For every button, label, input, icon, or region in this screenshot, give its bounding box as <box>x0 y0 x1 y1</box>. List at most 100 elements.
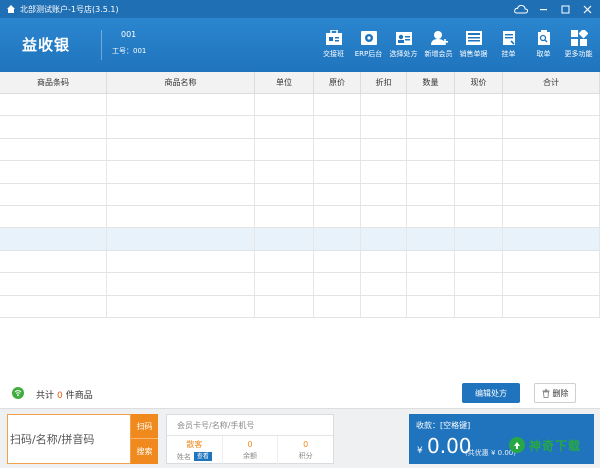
table-cell[interactable] <box>255 183 314 205</box>
table-row[interactable] <box>0 161 600 184</box>
table-cell[interactable] <box>407 116 455 138</box>
table-cell[interactable] <box>503 138 600 161</box>
column-header[interactable]: 单位 <box>255 72 314 93</box>
member-search-input[interactable] <box>177 420 327 430</box>
retrieve-order-button[interactable]: 取单 <box>526 24 561 68</box>
erp-backend-button[interactable]: ERP后台 <box>351 24 386 68</box>
table-cell[interactable] <box>314 295 361 317</box>
table-cell[interactable] <box>107 161 255 183</box>
table-cell[interactable] <box>0 273 107 295</box>
table-cell[interactable] <box>255 116 314 138</box>
search-button[interactable]: 搜索 <box>131 439 158 464</box>
table-cell[interactable] <box>503 94 600 116</box>
table-row[interactable] <box>0 273 600 296</box>
table-cell[interactable] <box>107 273 255 295</box>
table-cell[interactable] <box>107 250 255 273</box>
minimize-button[interactable] <box>532 0 554 18</box>
table-cell[interactable] <box>314 138 361 161</box>
cloud-sync-icon[interactable] <box>510 0 532 18</box>
table-cell[interactable] <box>503 295 600 317</box>
table-cell[interactable] <box>407 205 455 228</box>
table-cell[interactable] <box>503 228 600 250</box>
table-cell[interactable] <box>361 250 407 273</box>
delete-button[interactable]: 删除 <box>534 383 576 403</box>
table-cell[interactable] <box>314 116 361 138</box>
table-cell[interactable] <box>407 250 455 273</box>
maximize-button[interactable] <box>554 0 576 18</box>
table-cell[interactable] <box>0 183 107 205</box>
table-cell[interactable] <box>314 161 361 183</box>
table-cell[interactable] <box>361 94 407 116</box>
table-cell[interactable] <box>455 205 503 228</box>
column-header[interactable]: 原价 <box>314 72 361 93</box>
table-cell[interactable] <box>107 205 255 228</box>
table-cell[interactable] <box>255 94 314 116</box>
table-cell[interactable] <box>314 183 361 205</box>
table-cell[interactable] <box>455 273 503 295</box>
table-cell[interactable] <box>361 116 407 138</box>
hold-order-button[interactable]: 挂单 <box>491 24 526 68</box>
table-cell[interactable] <box>361 183 407 205</box>
table-cell[interactable] <box>455 94 503 116</box>
table-row[interactable] <box>0 116 600 139</box>
more-functions-button[interactable]: 更多功能 <box>561 24 596 68</box>
column-header[interactable]: 折扣 <box>361 72 407 93</box>
table-cell[interactable] <box>0 228 107 250</box>
table-cell[interactable] <box>255 228 314 250</box>
table-cell[interactable] <box>361 295 407 317</box>
view-member-button[interactable]: 查看 <box>193 452 212 461</box>
table-row[interactable] <box>0 228 600 251</box>
handover-button[interactable]: 交接班 <box>316 24 351 68</box>
table-cell[interactable] <box>107 116 255 138</box>
table-cell[interactable] <box>107 183 255 205</box>
table-cell[interactable] <box>314 273 361 295</box>
add-member-button[interactable]: 新增会员 <box>421 24 456 68</box>
table-cell[interactable] <box>455 228 503 250</box>
table-cell[interactable] <box>455 138 503 161</box>
table-cell[interactable] <box>255 273 314 295</box>
table-cell[interactable] <box>361 138 407 161</box>
table-cell[interactable] <box>255 250 314 273</box>
table-cell[interactable] <box>107 295 255 317</box>
table-cell[interactable] <box>0 116 107 138</box>
table-cell[interactable] <box>0 205 107 228</box>
table-cell[interactable] <box>314 250 361 273</box>
table-cell[interactable] <box>455 116 503 138</box>
table-cell[interactable] <box>407 228 455 250</box>
table-cell[interactable] <box>407 138 455 161</box>
table-cell[interactable] <box>255 138 314 161</box>
table-cell[interactable] <box>503 183 600 205</box>
table-cell[interactable] <box>503 161 600 183</box>
table-cell[interactable] <box>407 295 455 317</box>
table-cell[interactable] <box>0 161 107 183</box>
column-header[interactable]: 商品条码 <box>0 72 107 93</box>
table-cell[interactable] <box>255 295 314 317</box>
table-cell[interactable] <box>361 161 407 183</box>
column-header[interactable]: 数量 <box>407 72 455 93</box>
close-button[interactable] <box>576 0 598 18</box>
table-cell[interactable] <box>455 295 503 317</box>
table-cell[interactable] <box>0 250 107 273</box>
table-cell[interactable] <box>107 138 255 161</box>
table-cell[interactable] <box>455 183 503 205</box>
table-cell[interactable] <box>503 116 600 138</box>
table-cell[interactable] <box>0 94 107 116</box>
table-cell[interactable] <box>455 161 503 183</box>
table-row[interactable] <box>0 183 600 206</box>
table-row[interactable] <box>0 295 600 318</box>
edit-prescription-button[interactable]: 编辑处方 <box>462 383 520 403</box>
table-cell[interactable] <box>503 273 600 295</box>
table-cell[interactable] <box>314 228 361 250</box>
table-row[interactable] <box>0 138 600 162</box>
table-cell[interactable] <box>314 94 361 116</box>
column-header[interactable]: 合计 <box>503 72 600 93</box>
table-row[interactable] <box>0 94 600 117</box>
table-cell[interactable] <box>107 228 255 250</box>
table-cell[interactable] <box>361 273 407 295</box>
scan-input[interactable] <box>10 432 130 446</box>
table-cell[interactable] <box>361 205 407 228</box>
table-cell[interactable] <box>407 161 455 183</box>
table-cell[interactable] <box>255 161 314 183</box>
table-cell[interactable] <box>503 250 600 273</box>
sales-receipt-button[interactable]: 销售单据 <box>456 24 491 68</box>
